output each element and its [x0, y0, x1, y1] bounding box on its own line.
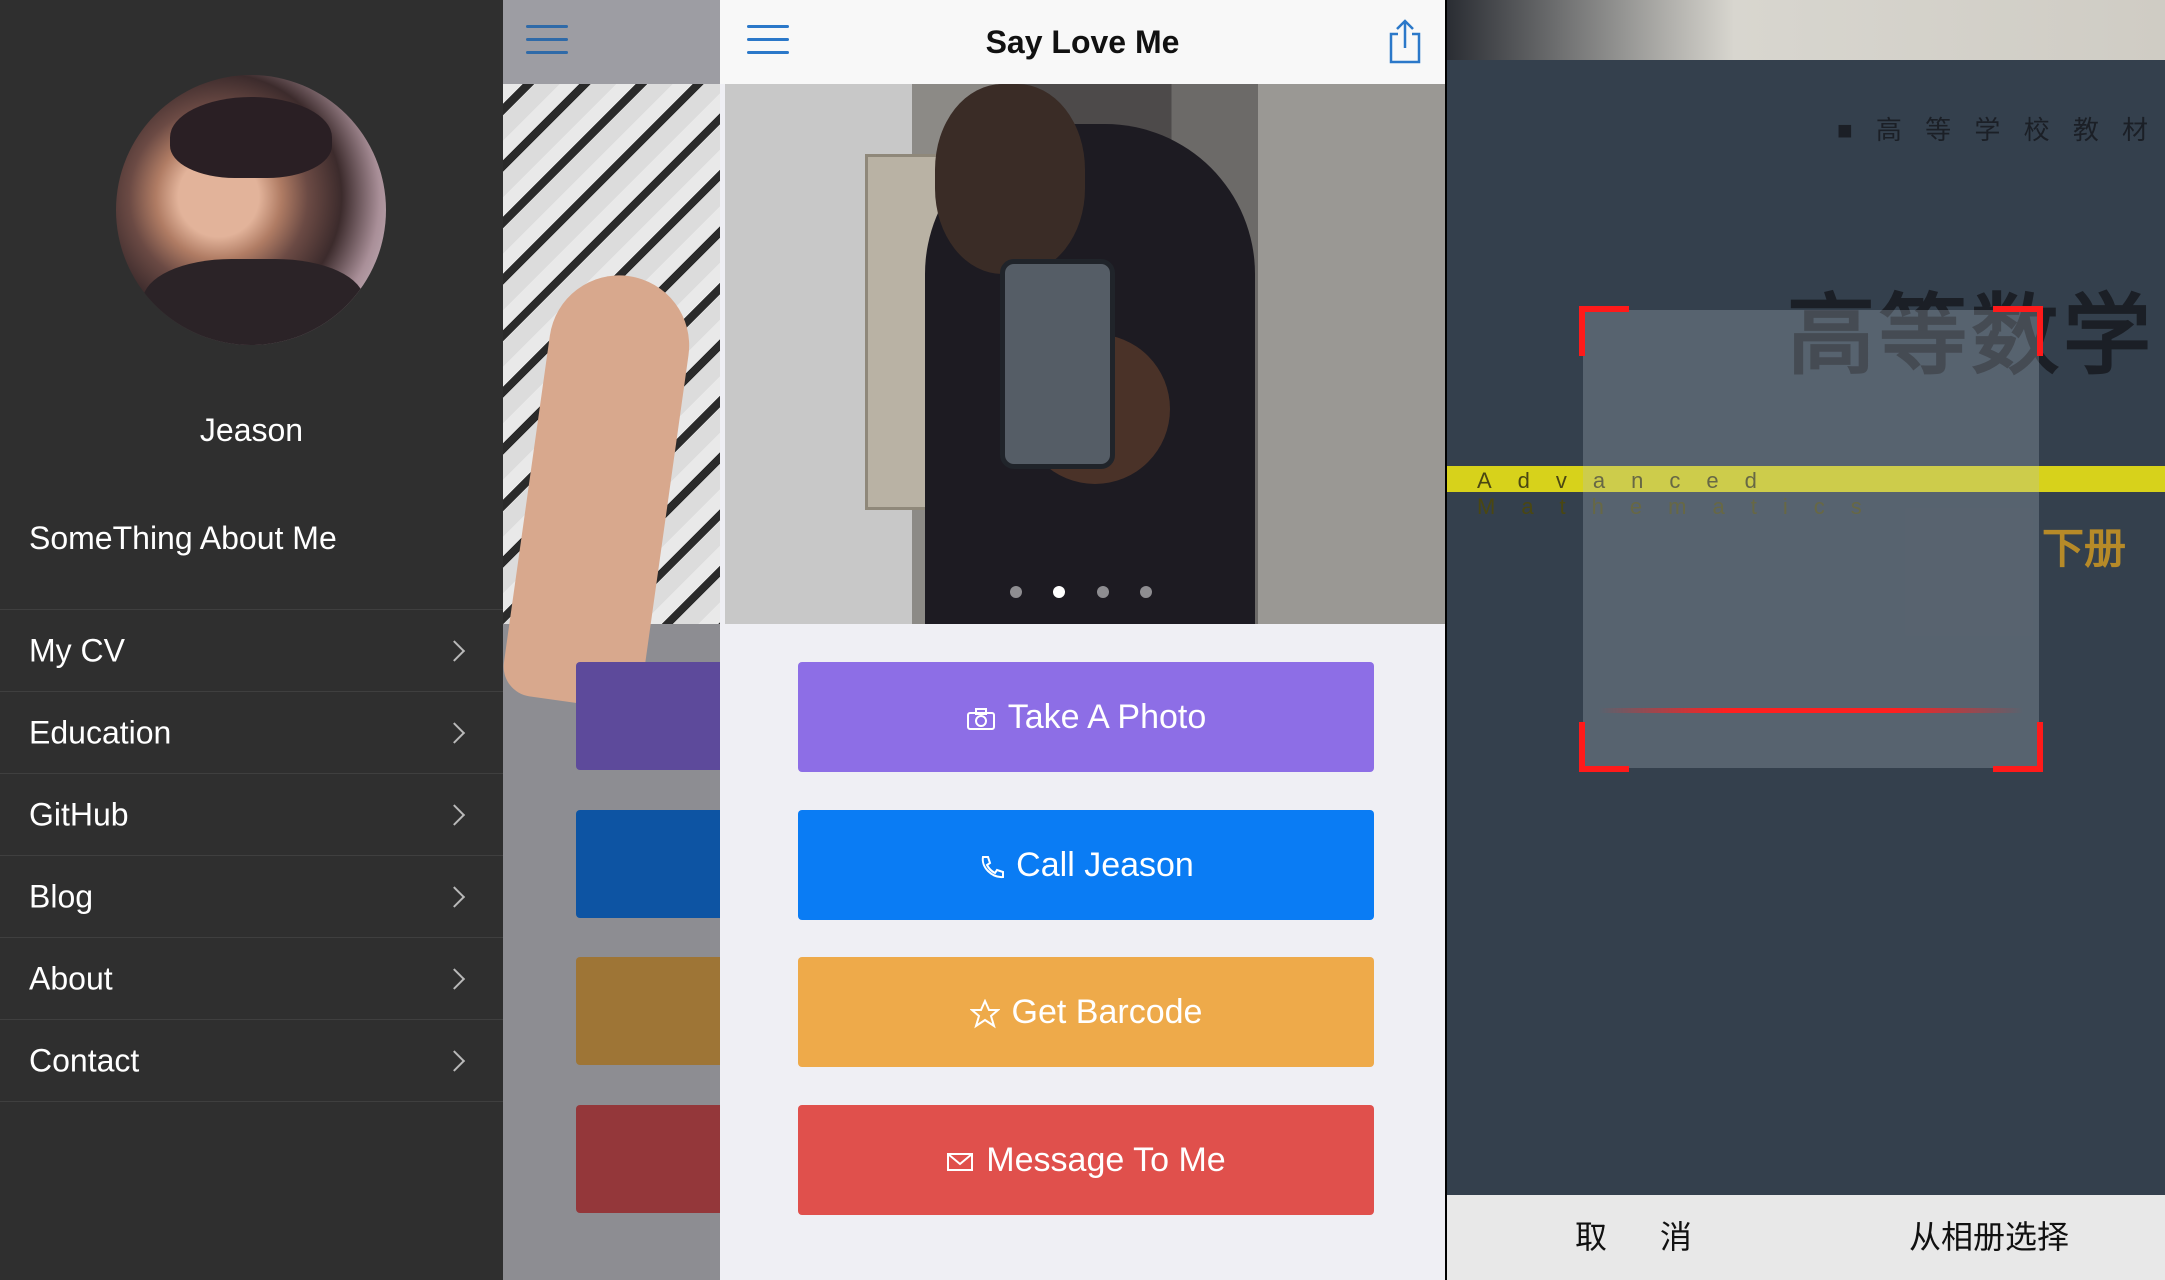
menu-item-my-cv[interactable]: My CV [0, 609, 503, 691]
get-barcode-button[interactable]: Get Barcode [798, 957, 1374, 1067]
chevron-right-icon [443, 885, 466, 908]
button-label: Message To Me [986, 1141, 1226, 1179]
book-volume-text: 下册 [2042, 525, 2127, 572]
scan-frame [1579, 306, 2043, 772]
section-title: SomeThing About Me [29, 520, 337, 556]
book-series-text: ■ 高 等 学 校 教 材 [1837, 115, 2157, 145]
choose-from-album-button[interactable]: 从相册选择 [1909, 1195, 2069, 1280]
dimmed-photo [499, 84, 720, 712]
chevron-right-icon [443, 721, 466, 744]
cancel-button[interactable]: 取 消 [1575, 1195, 1714, 1280]
chevron-right-icon [443, 803, 466, 826]
message-button[interactable]: Message To Me [798, 1105, 1374, 1215]
menu-item-blog[interactable]: Blog [0, 855, 503, 937]
dimmed-button [576, 1105, 720, 1213]
menu-item-label: Education [29, 714, 172, 750]
phone-icon [982, 856, 1005, 879]
navigation-bar: Say Love Me [720, 0, 1445, 84]
menu-item-label: My CV [29, 632, 125, 668]
main-screen: Say Love Me Take A Photo Call Jeason Get… [720, 0, 1445, 1280]
menu-icon[interactable] [526, 25, 568, 55]
menu-item-about[interactable]: About [0, 937, 503, 1019]
menu-item-label: About [29, 960, 113, 996]
chevron-right-icon [443, 1049, 466, 1072]
dimmed-button [576, 662, 720, 770]
star-icon [969, 999, 1000, 1029]
dimmed-main-view[interactable] [499, 0, 720, 1280]
button-label: Take A Photo [1007, 698, 1207, 736]
page-indicator[interactable] [1010, 586, 1152, 598]
page-title: Say Love Me [985, 24, 1180, 60]
menu-item-label: Contact [29, 1042, 140, 1078]
chevron-right-icon [443, 639, 466, 662]
menu-item-education[interactable]: Education [0, 691, 503, 773]
share-icon[interactable] [1387, 18, 1423, 64]
barcode-scanner: ■ 高 等 学 校 教 材 高等数学 Advanced Mathematics … [1447, 0, 2165, 1280]
call-jeason-button[interactable]: Call Jeason [798, 810, 1374, 920]
side-drawer: Jeason SomeThing About Me My CV Educatio… [0, 0, 503, 1280]
button-label: Get Barcode [1011, 993, 1203, 1031]
avatar[interactable] [116, 75, 386, 345]
dimmed-button [576, 957, 720, 1065]
menu-item-label: GitHub [29, 796, 129, 832]
chevron-right-icon [443, 967, 466, 990]
menu-item-github[interactable]: GitHub [0, 773, 503, 855]
dimmed-navbar [503, 0, 720, 84]
button-label: Call Jeason [1016, 846, 1194, 884]
scan-line [1599, 708, 2023, 713]
camera-icon [966, 708, 995, 731]
photo-carousel[interactable] [725, 84, 1445, 624]
menu-item-label: Blog [29, 878, 94, 914]
profile-name: Jeason [199, 412, 304, 448]
menu-item-contact[interactable]: Contact [0, 1019, 503, 1102]
mail-icon [947, 1153, 974, 1172]
take-photo-button[interactable]: Take A Photo [798, 662, 1374, 772]
dimmed-button [576, 810, 720, 918]
